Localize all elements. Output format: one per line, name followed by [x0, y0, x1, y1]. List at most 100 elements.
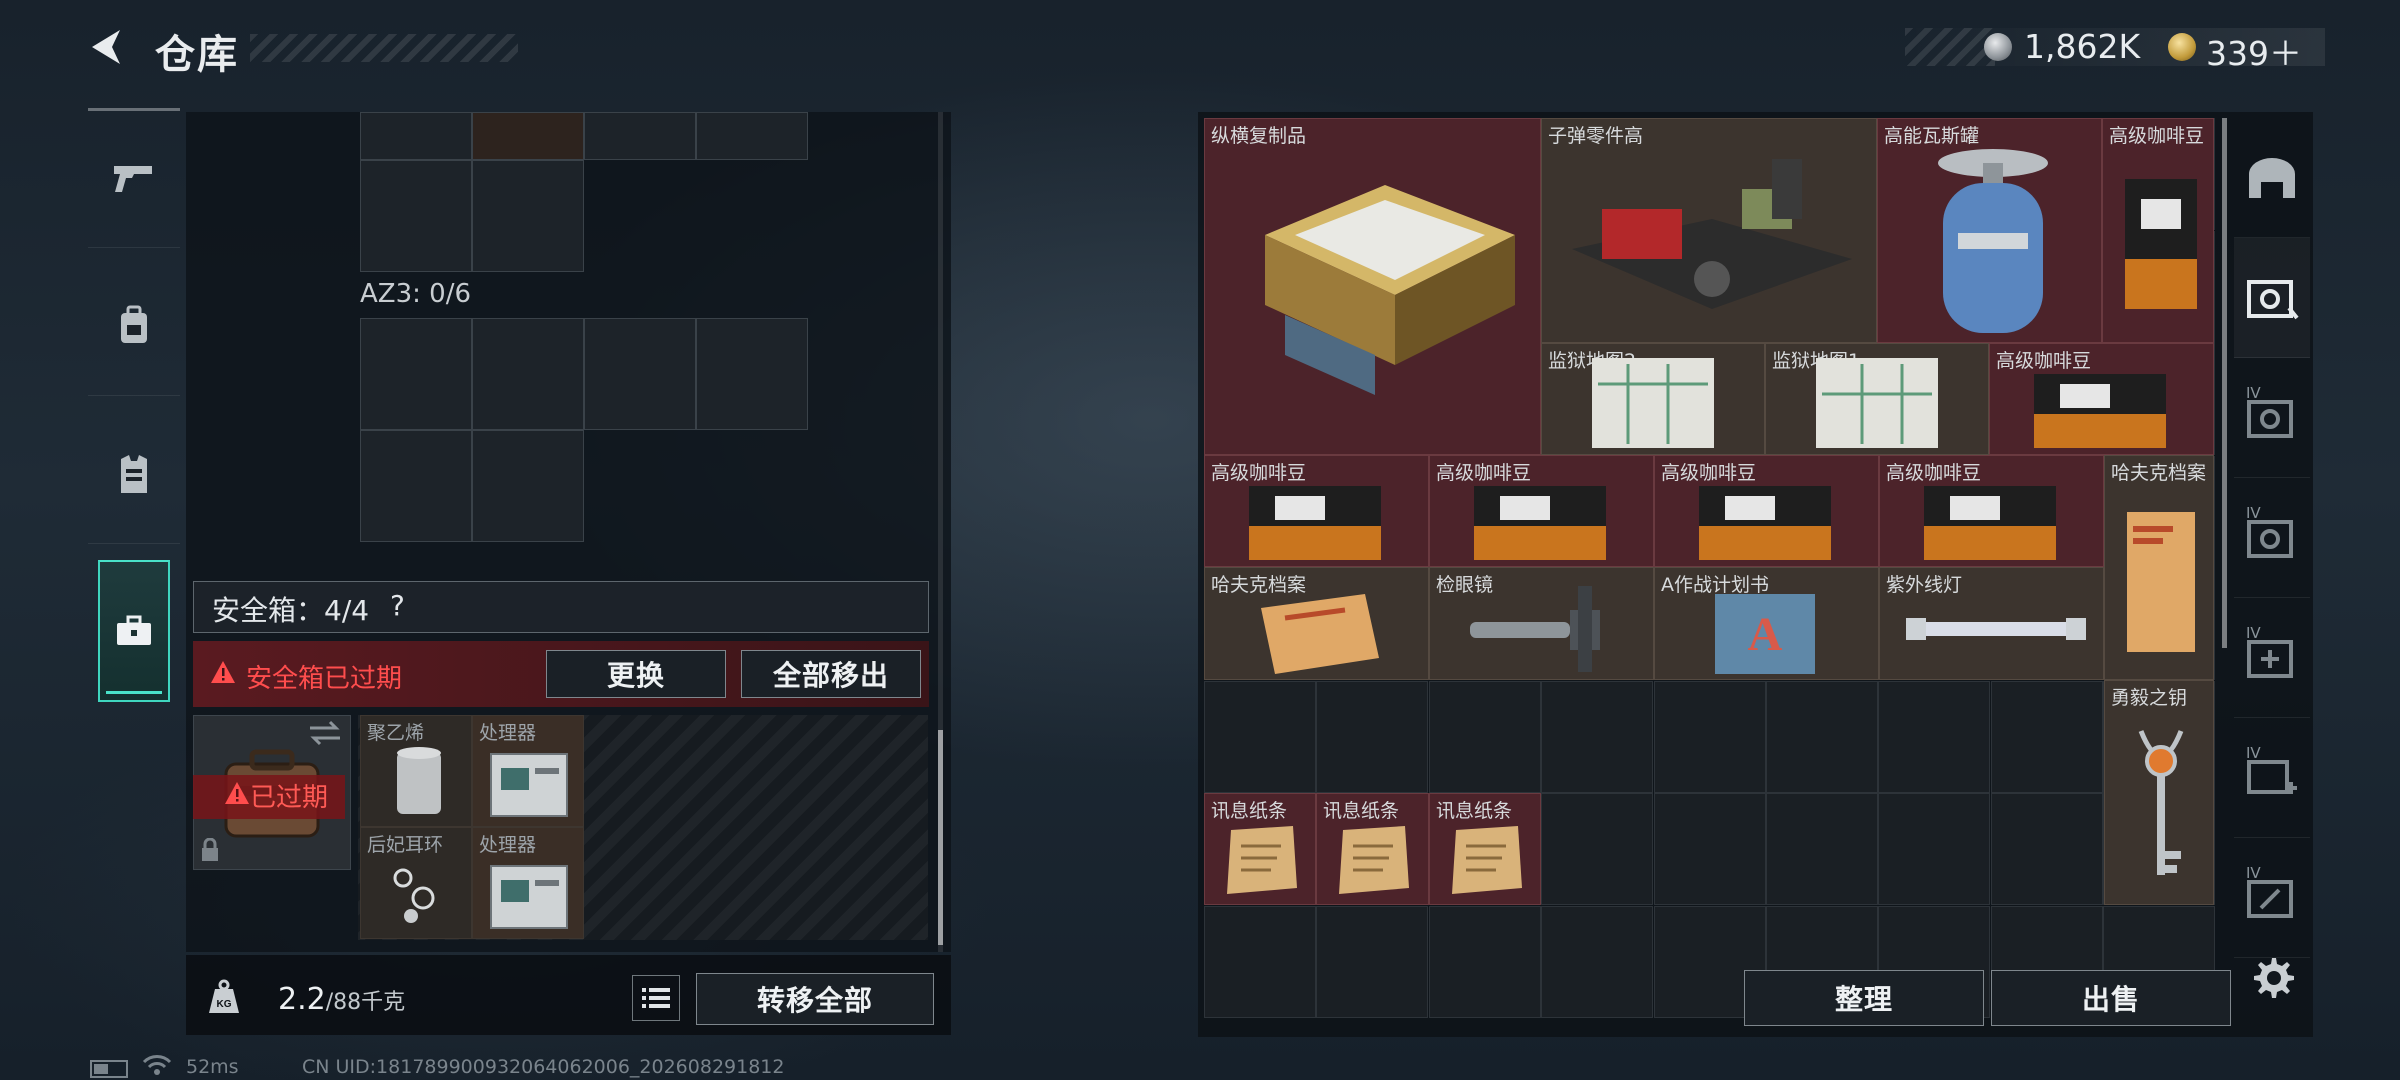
stash-item[interactable]: 高能瓦斯罐 — [1877, 118, 2102, 343]
stash-grid-cell[interactable] — [1990, 680, 2103, 793]
nav-vest[interactable] — [88, 404, 180, 544]
item-label: 讯息纸条 — [1436, 800, 1513, 822]
stash-item[interactable]: 哈夫克档案 — [2104, 455, 2214, 680]
backpack-icon — [121, 305, 147, 343]
stash-tab-2[interactable]: IV — [2234, 358, 2310, 478]
stash-grid-cell[interactable] — [1766, 793, 1878, 905]
stash-item[interactable]: 监狱地图1 — [1765, 343, 1989, 455]
polyethylene-roll-icon — [397, 747, 441, 814]
stash-tab-5[interactable]: IV — [2234, 718, 2310, 838]
stash-grid-cell[interactable] — [1428, 680, 1541, 793]
stash-grid-cell[interactable] — [1428, 905, 1541, 1018]
grid-cell[interactable] — [472, 160, 584, 272]
currency-gold-value[interactable]: 339＋ — [2206, 27, 2302, 75]
gold-coin-icon[interactable] — [2168, 33, 2196, 61]
stash-tab-1[interactable] — [2234, 238, 2310, 358]
coffee-bag-icon — [1249, 486, 1381, 560]
item-label: 高级咖啡豆 — [2109, 125, 2205, 147]
stash-item[interactable]: 紫外线灯 — [1879, 567, 2104, 680]
stash-item[interactable]: 高级咖啡豆 — [1654, 455, 1879, 567]
grid-cell[interactable] — [360, 160, 472, 272]
stash-item[interactable]: 纵横复制品 — [1204, 118, 1541, 455]
stash-grid-cell[interactable] — [1204, 905, 1316, 1018]
silver-coin-icon — [1984, 33, 2012, 61]
stash-item[interactable]: 检眼镜 — [1429, 567, 1654, 680]
lock-icon — [202, 838, 218, 861]
safebox-help-button[interactable]: ? — [390, 589, 405, 622]
stash-item[interactable]: 子弹零件高 — [1541, 118, 1877, 343]
stash-grid-cell[interactable] — [1541, 905, 1654, 1018]
kg-icon-text: KG — [217, 999, 232, 1010]
list-view-button[interactable] — [632, 975, 680, 1021]
safebox-item[interactable]: 后妃耳环 — [360, 827, 472, 939]
stash-tab-nav: IV IV IV IV IV — [2234, 118, 2310, 958]
message-note-icon — [1452, 826, 1522, 894]
stash-item[interactable]: 勇毅之钥 — [2104, 680, 2214, 905]
nav-weapon[interactable] — [88, 108, 180, 248]
transfer-all-button[interactable]: 转移全部 — [696, 973, 934, 1025]
stash-grid-cell[interactable] — [1766, 680, 1878, 793]
settings-gear-icon[interactable] — [2250, 955, 2294, 999]
stash-item[interactable]: 高级咖啡豆 — [1989, 343, 2214, 455]
stash-grid-cell[interactable] — [1316, 680, 1429, 793]
safebox-item[interactable]: 聚乙烯 — [360, 715, 472, 827]
stash-item[interactable]: 高级咖啡豆 — [1429, 455, 1654, 567]
grid-cell[interactable] — [696, 112, 808, 160]
az3-cell[interactable] — [472, 318, 584, 430]
sort-button[interactable]: 整理 — [1744, 970, 1984, 1026]
az3-cell[interactable] — [360, 318, 472, 430]
safebox-item[interactable]: 处理器 — [472, 715, 584, 827]
stash-grid-cell[interactable] — [1878, 793, 1991, 905]
stash-item[interactable]: 高级咖啡豆 — [1204, 455, 1429, 567]
stash-item[interactable]: 哈夫克档案 — [1204, 567, 1429, 680]
item-label: 处理器 — [479, 722, 537, 744]
az3-cell[interactable] — [696, 318, 808, 430]
currency-silver-value: 1,862K — [2024, 27, 2141, 66]
stash-grid-cell[interactable] — [1541, 680, 1654, 793]
az3-cell[interactable] — [472, 430, 584, 542]
stash-item[interactable]: 讯息纸条 — [1316, 793, 1429, 905]
item-label: 处理器 — [479, 834, 537, 856]
stash-tab-4[interactable]: IV — [2234, 598, 2310, 718]
grid-cell[interactable] — [584, 112, 696, 160]
stash-grid-cell[interactable] — [1990, 793, 2103, 905]
stash-item[interactable]: 高级咖啡豆 — [2102, 118, 2214, 343]
stash-grid-cell[interactable] — [1878, 680, 1991, 793]
stash-item[interactable]: 讯息纸条 — [1204, 793, 1316, 905]
stash-item[interactable]: 监狱地图2 — [1541, 343, 1765, 455]
stash-tab-3[interactable]: IV — [2234, 478, 2310, 598]
stash-grid-cell[interactable] — [1541, 793, 1654, 905]
grid-cell[interactable] — [360, 112, 472, 160]
item-label: 勇毅之钥 — [2111, 687, 2188, 709]
stash-tab-6[interactable]: IV — [2234, 838, 2310, 958]
stash-tab-all[interactable] — [2234, 118, 2310, 238]
stash-grid-cell[interactable] — [1653, 680, 1766, 793]
safebox-item[interactable]: 处理器 — [472, 827, 584, 939]
stash-grid-cell[interactable] — [1653, 793, 1766, 905]
weight-value: 2.2 — [278, 982, 326, 1017]
stash-item[interactable]: A作战计划书 A — [1654, 567, 1879, 680]
stash-item[interactable]: 高级咖啡豆 — [1879, 455, 2104, 567]
safebox-contents: 聚乙烯 处理器 后妃耳环 处理器 — [358, 715, 928, 940]
back-button[interactable] — [84, 24, 130, 70]
battle-plan-book-icon: A — [1715, 594, 1815, 674]
processor-icon — [490, 753, 568, 817]
swap-icon[interactable] — [308, 720, 342, 746]
stash-scrollbar[interactable] — [2222, 118, 2227, 648]
az3-cell[interactable] — [584, 318, 696, 430]
stash-grid-cell[interactable] — [1316, 905, 1429, 1018]
tab-tier-label: IV — [2246, 864, 2261, 882]
nav-backpack[interactable] — [88, 256, 180, 396]
replace-button[interactable]: 更换 — [546, 650, 726, 698]
grid-cell-occupied[interactable] — [472, 112, 584, 160]
kg-weight-icon: KG — [188, 963, 260, 1031]
left-scrollbar-thumb[interactable] — [938, 730, 943, 945]
az3-cell[interactable] — [360, 430, 472, 542]
coffee-bag-icon — [1699, 486, 1831, 560]
sell-button[interactable]: 出售 — [1991, 970, 2231, 1026]
nav-safebox[interactable] — [98, 560, 170, 702]
move-all-out-button[interactable]: 全部移出 — [741, 650, 921, 698]
item-label: 讯息纸条 — [1211, 800, 1288, 822]
stash-item[interactable]: 讯息纸条 — [1429, 793, 1541, 905]
stash-grid-cell[interactable] — [1204, 680, 1316, 793]
